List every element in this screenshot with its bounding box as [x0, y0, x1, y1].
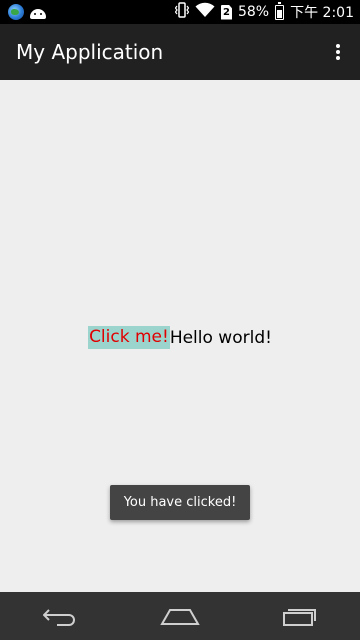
android-icon: [30, 9, 46, 19]
battery-icon: [275, 1, 285, 20]
overflow-menu-icon[interactable]: [326, 40, 350, 64]
back-icon[interactable]: [30, 596, 90, 636]
status-bar: 2 58% 下午 2:01: [0, 0, 360, 24]
status-right-icons: 2 58% 下午 2:01: [174, 1, 354, 22]
sim-icon: 2: [220, 4, 232, 20]
status-left-icons: [8, 4, 46, 20]
clock: 下午 2:01: [290, 5, 354, 21]
action-bar: My Application: [0, 24, 360, 80]
click-me-button[interactable]: Click me!: [88, 326, 170, 349]
toast-message: You have clicked!: [110, 485, 250, 520]
text-row: Click me! Hello world!: [0, 326, 360, 349]
home-icon[interactable]: [150, 596, 210, 636]
wifi-icon: [195, 2, 215, 22]
app-title: My Application: [16, 40, 164, 64]
hello-text: Hello world!: [169, 327, 272, 348]
recents-icon[interactable]: [270, 596, 330, 636]
nav-bar: [0, 592, 360, 640]
globe-icon: [8, 4, 24, 20]
vibrate-icon: [174, 2, 190, 22]
battery-percent: 58%: [237, 4, 270, 20]
